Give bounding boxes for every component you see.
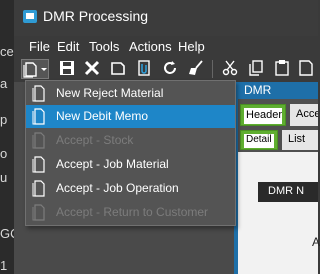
cut-button[interactable] [220, 59, 240, 79]
menu-item-accept-stock: Accept - Stock [26, 129, 235, 152]
menu-tools[interactable]: Tools [89, 39, 119, 54]
menu-item-new-reject-material[interactable]: New Reject Material [26, 82, 235, 105]
menu-file[interactable]: File [29, 39, 50, 54]
tab-list[interactable]: List [282, 130, 318, 150]
menu-help[interactable]: Help [178, 39, 205, 54]
tab-accept[interactable]: Acce [290, 104, 318, 126]
toolbar [14, 56, 318, 82]
menu-edit[interactable]: Edit [57, 39, 79, 54]
menu-item-label: New Debit Memo [56, 109, 149, 123]
copy-icon [249, 60, 263, 76]
document-icon [32, 204, 45, 221]
menu-bar: File Edit Tools Actions Help [14, 36, 318, 56]
clear-form-button[interactable] [186, 59, 206, 79]
clear-icon [111, 62, 125, 75]
more-button[interactable] [296, 59, 316, 79]
background-app-strip: ce a p o u GO 1 [0, 0, 20, 274]
menu-item-label: Accept - Stock [56, 133, 134, 147]
new-dropdown-menu: New Reject Material New Debit Memo Accep… [25, 80, 236, 226]
save-button[interactable] [57, 59, 77, 79]
menu-item-accept-job-material[interactable]: Accept - Job Material [26, 153, 235, 176]
cut-icon [222, 60, 238, 76]
document-icon [32, 180, 45, 197]
document-icon [32, 156, 45, 173]
refresh-button[interactable] [160, 59, 180, 79]
copy-button[interactable] [246, 59, 266, 79]
document-icon [32, 132, 45, 149]
clear-button[interactable] [108, 59, 128, 79]
background-text: p [0, 112, 8, 127]
field-label-a: A [312, 235, 320, 249]
delete-button[interactable] [82, 59, 102, 79]
background-text: o [0, 146, 8, 161]
background-text: 1 [0, 258, 8, 273]
delete-icon [84, 60, 100, 76]
tab-detail-label: Detail [244, 134, 274, 148]
new-icon [23, 62, 47, 78]
document-icon [32, 108, 45, 125]
paste-button[interactable] [272, 59, 292, 79]
paste-icon [275, 60, 289, 76]
attachment-button[interactable] [134, 59, 154, 79]
menu-item-accept-return-to-customer: Accept - Return to Customer [26, 201, 235, 224]
document-icon [299, 60, 313, 76]
menu-item-label: New Reject Material [56, 86, 164, 100]
menu-actions[interactable]: Actions [129, 39, 172, 54]
tab-header-label: Header [244, 108, 282, 124]
detail-content-area [238, 152, 318, 274]
tab-header[interactable]: Header [240, 104, 286, 126]
menu-item-accept-job-operation[interactable]: Accept - Job Operation [26, 177, 235, 200]
tab-detail[interactable]: Detail [240, 130, 278, 150]
toolbar-separator [212, 60, 213, 78]
background-text: u [0, 170, 8, 185]
document-icon [32, 85, 45, 102]
save-icon [60, 61, 74, 75]
app-icon [23, 10, 37, 23]
dmr-number-label: DMR N [258, 182, 318, 202]
menu-item-label: Accept - Job Operation [56, 181, 179, 195]
background-text: ce [0, 44, 14, 59]
menu-item-label: Accept - Return to Customer [56, 205, 209, 219]
menu-item-label: Accept - Job Material [56, 157, 169, 171]
menu-item-new-debit-memo[interactable]: New Debit Memo [26, 105, 235, 128]
window-title: DMR Processing [43, 8, 149, 24]
title-bar: DMR Processing [14, 0, 318, 36]
new-dropdown-button[interactable] [21, 59, 49, 79]
background-text: a [0, 76, 8, 91]
broom-icon [189, 60, 203, 75]
attachment-icon [138, 60, 150, 76]
refresh-icon [164, 61, 176, 74]
dmr-panel-title: DMR Processing [238, 82, 318, 111]
